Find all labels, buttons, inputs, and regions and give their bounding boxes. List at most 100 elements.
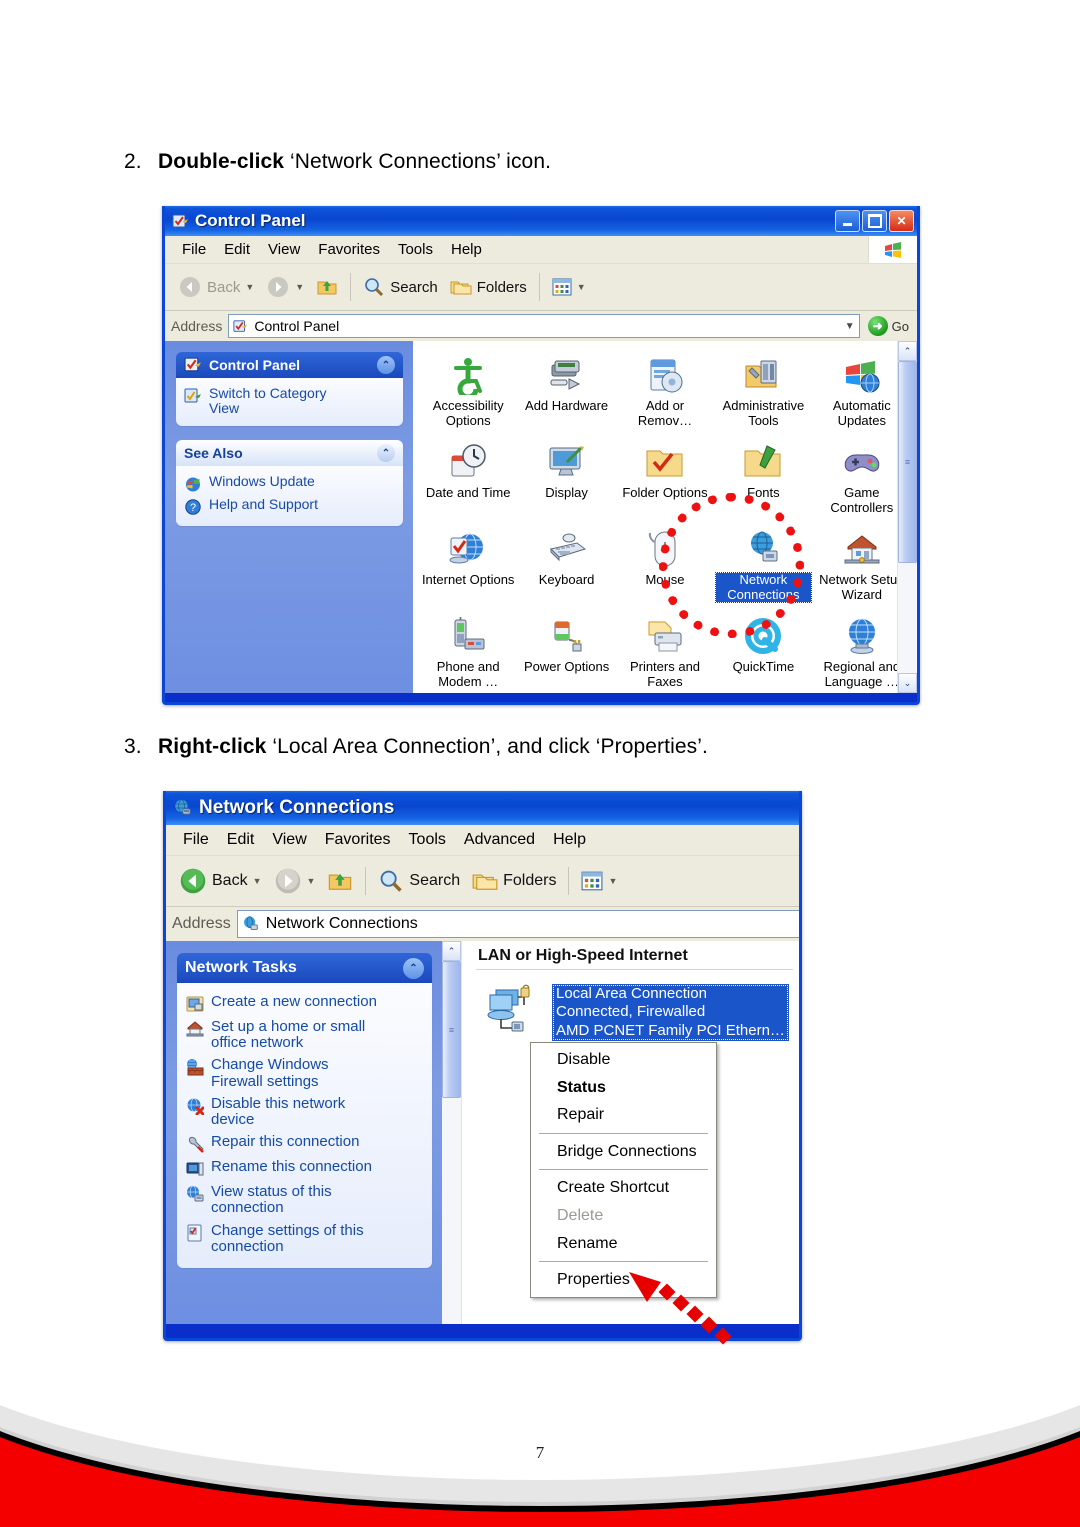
sidebar-item-firewall[interactable]: Change Windows Firewall settings xyxy=(186,1054,423,1092)
menu-item-favorites[interactable]: Favorites xyxy=(316,829,400,851)
scroll-thumb[interactable]: ≡ xyxy=(898,361,917,563)
chevron-up-icon[interactable]: ⌃ xyxy=(403,957,424,979)
cp-icon-phone-modem[interactable]: Phone and Modem … xyxy=(419,610,517,693)
maximize-button[interactable] xyxy=(862,210,887,232)
context-menu-item-status[interactable]: Status xyxy=(531,1074,716,1102)
forward-button[interactable]: ▼ xyxy=(260,268,310,306)
connection-row[interactable]: Local Area Connection Connected, Firewal… xyxy=(462,970,799,1041)
cp-icon-add-hardware[interactable]: Add Hardware xyxy=(517,349,615,436)
network-connections-titlebar[interactable]: Network Connections xyxy=(166,791,799,825)
menu-item-tools[interactable]: Tools xyxy=(400,829,455,851)
menu-item-edit[interactable]: Edit xyxy=(215,239,259,260)
sidebar-item-label: Help and Support xyxy=(209,496,318,513)
sidebar-item-home-network[interactable]: Set up a home or small office network xyxy=(186,1016,423,1054)
cp-icon-fonts[interactable]: Fonts xyxy=(714,436,812,523)
cp-icon-accessibility[interactable]: Accessibility Options xyxy=(419,349,517,436)
control-panel-icon-grid: Accessibility Options Add Hardware Add or … xyxy=(413,341,917,693)
menu-item-edit[interactable]: Edit xyxy=(218,829,264,851)
menu-item-help[interactable]: Help xyxy=(442,239,491,260)
views-button[interactable]: ▼ xyxy=(546,268,592,306)
menu-item-file[interactable]: File xyxy=(173,239,215,260)
forward-button[interactable]: ▼ xyxy=(268,862,322,900)
chevron-down-icon[interactable]: ▼ xyxy=(307,876,316,886)
panel-header-network-tasks[interactable]: Network Tasks ⌃ xyxy=(177,953,432,983)
cp-icon-keyboard[interactable]: Keyboard xyxy=(517,523,615,610)
chevron-down-icon[interactable]: ▼ xyxy=(295,282,304,292)
menu-item-file[interactable]: File xyxy=(174,829,218,851)
cp-icon-date-time[interactable]: Date and Time xyxy=(419,436,517,523)
chevron-down-icon[interactable]: ▼ xyxy=(253,876,262,886)
context-menu-item-disable[interactable]: Disable xyxy=(531,1046,716,1074)
cp-icon-label: Mouse xyxy=(645,572,685,588)
chevron-down-icon[interactable]: ▼ xyxy=(608,876,617,886)
chevron-up-icon[interactable]: ⌃ xyxy=(377,444,395,463)
cp-icon-display[interactable]: Display xyxy=(517,436,615,523)
control-panel-titlebar[interactable]: Control Panel ✕ xyxy=(165,206,917,236)
sidebar-item-change-settings[interactable]: Change settings of this connection xyxy=(186,1220,423,1258)
cp-icon-internet-options[interactable]: Internet Options xyxy=(419,523,517,610)
menu-item-advanced[interactable]: Advanced xyxy=(455,829,544,851)
sidebar-item-view-status[interactable]: View status of this connection xyxy=(186,1181,423,1219)
menu-item-view[interactable]: View xyxy=(263,829,315,851)
address-input[interactable]: Control Panel ▼ xyxy=(228,314,860,338)
sidebar-item-windows-update[interactable]: Windows Update xyxy=(184,472,395,495)
cp-icon-mouse[interactable]: Mouse xyxy=(616,523,714,610)
back-button[interactable]: Back ▼ xyxy=(172,268,260,306)
menu-item-view[interactable]: View xyxy=(259,239,309,260)
cp-icon-network-connections[interactable]: Network Connections xyxy=(714,523,812,610)
network-connections-toolbar: Back ▼ ▼ Search Folders ▼ xyxy=(166,856,799,907)
context-menu-item-create-shortcut[interactable]: Create Shortcut xyxy=(531,1174,716,1202)
cp-icon-power-options[interactable]: Power Options xyxy=(517,610,615,693)
back-button[interactable]: Back ▼ xyxy=(173,862,268,900)
panel-header-control-panel[interactable]: Control Panel ⌃ xyxy=(176,352,403,378)
chevron-up-icon[interactable]: ⌃ xyxy=(377,356,395,374)
cp-icon-quicktime[interactable]: QuickTime xyxy=(714,610,812,693)
scroll-up-button[interactable]: ⌃ xyxy=(898,341,917,361)
folders-button[interactable]: Folders xyxy=(444,268,533,306)
folders-button[interactable]: Folders xyxy=(466,862,562,900)
sidebar-item-switch-category-view[interactable]: Switch to Category View xyxy=(184,384,395,418)
connection-label[interactable]: Local Area Connection Connected, Firewal… xyxy=(552,984,789,1041)
cp-icon-add-remove-programs[interactable]: Add or Remov… xyxy=(616,349,714,436)
sidebar-item-repair[interactable]: Repair this connection xyxy=(186,1131,423,1156)
menu-item-tools[interactable]: Tools xyxy=(389,239,442,260)
date-time-icon xyxy=(451,444,486,477)
chevron-down-icon[interactable]: ▼ xyxy=(577,282,586,292)
scroll-up-button[interactable]: ⌃ xyxy=(442,941,461,961)
close-button[interactable]: ✕ xyxy=(889,210,914,232)
menu-item-favorites[interactable]: Favorites xyxy=(309,239,389,260)
chevron-down-icon[interactable]: ▼ xyxy=(841,316,859,336)
cp-icon-folder-options[interactable]: Folder Options xyxy=(616,436,714,523)
scroll-track[interactable] xyxy=(442,1098,461,1324)
sidebar-item-help-and-support[interactable]: ? Help and Support xyxy=(184,495,395,518)
phone-modem-icon xyxy=(454,617,485,650)
network-connections-scrollbar[interactable]: ⌃ ≡ xyxy=(442,941,462,1324)
scroll-down-button[interactable]: ⌄ xyxy=(898,673,917,693)
control-panel-scrollbar[interactable]: ⌃ ≡ ⌄ xyxy=(897,341,917,693)
sidebar-item-disable-device[interactable]: Disable this network device xyxy=(186,1093,423,1131)
address-input[interactable]: Network Connections xyxy=(236,910,799,938)
up-button[interactable] xyxy=(310,268,344,306)
chevron-down-icon[interactable]: ▼ xyxy=(245,282,254,292)
context-menu-item-delete: Delete xyxy=(557,1206,604,1224)
views-button[interactable]: ▼ xyxy=(575,862,623,900)
cp-icon-administrative-tools[interactable]: Administrative Tools xyxy=(714,349,812,436)
go-button[interactable]: ➜ Go xyxy=(860,316,917,336)
up-button[interactable] xyxy=(321,862,359,900)
context-menu-item-rename[interactable]: Rename xyxy=(531,1230,716,1258)
menu-item-help[interactable]: Help xyxy=(544,829,595,851)
cp-icon-printers-faxes[interactable]: Printers and Faxes xyxy=(616,610,714,693)
scroll-track[interactable] xyxy=(898,563,917,673)
search-button[interactable]: Search xyxy=(372,862,466,900)
scroll-thumb[interactable]: ≡ xyxy=(442,961,461,1098)
context-menu-item-repair[interactable]: Repair xyxy=(531,1101,716,1129)
minimize-button[interactable] xyxy=(835,210,860,232)
sidebar-item-new-connection[interactable]: Create a new connection xyxy=(186,991,423,1016)
search-button[interactable]: Search xyxy=(357,268,444,306)
sidebar-item-rename[interactable]: Rename this connection xyxy=(186,1156,423,1181)
help-support-icon: ? xyxy=(185,499,201,515)
context-menu-item-bridge-connections[interactable]: Bridge Connections xyxy=(531,1138,716,1166)
address-value: Control Panel xyxy=(254,318,340,334)
panel-header-see-also[interactable]: See Also ⌃ xyxy=(176,440,403,467)
callout-arrow-properties xyxy=(629,1272,732,1345)
